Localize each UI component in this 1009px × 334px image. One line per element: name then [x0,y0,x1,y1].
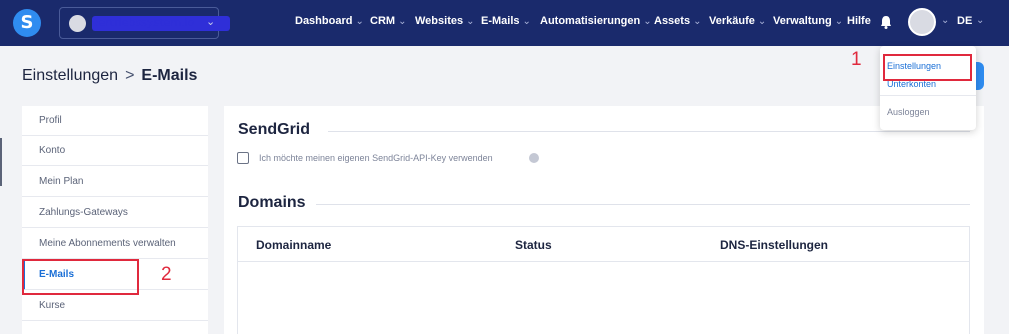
section-divider [328,131,970,132]
section-divider [316,204,970,205]
sendgrid-section-title: SendGrid [238,121,311,138]
settings-sidebar: Profil Konto Mein Plan Zahlungs-Gateways… [22,106,208,334]
table-header: Domainname Status DNS-Einstellungen [238,227,969,262]
menu-item-ausloggen[interactable]: Ausloggen [887,107,930,117]
column-header-dns-settings: DNS-Einstellungen [720,238,829,252]
domains-section-title: Domains [238,194,306,211]
breadcrumb-current: E-Mails [141,67,198,84]
nav-crm[interactable]: CRM ⌄ [370,15,406,27]
nav-label: Hilfe [847,15,871,27]
account-avatar [69,15,86,32]
chevron-down-icon: ⌄ [693,16,702,27]
email-settings-panel: SendGrid Ich möchte meinen eigenen SendG… [224,106,984,334]
nav-hilfe[interactable]: Hilfe [847,15,871,27]
column-header-status: Status [515,238,552,252]
info-icon[interactable] [529,153,539,163]
sidebar-item-abonnements[interactable]: Meine Abonnements verwalten [22,229,208,259]
nav-label: Verkäufe [709,15,755,27]
chevron-down-icon: ⌄ [757,16,767,27]
nav-dashboard[interactable]: Dashboard ⌄ [295,15,364,27]
sidebar-item-konto[interactable]: Konto [22,136,208,166]
nav-assets[interactable]: Assets ⌄ [654,15,701,27]
nav-label: Dashboard [295,15,353,27]
sidebar-item-mein-plan[interactable]: Mein Plan [22,167,208,197]
sidebar-item-zahlungs-gateways[interactable]: Zahlungs-Gateways [22,198,208,228]
breadcrumb: Einstellungen > E-Mails [22,67,197,85]
nav-label: E-Mails [481,15,520,27]
app-logo[interactable]: S [13,9,41,37]
nav-label: Verwaltung [773,15,832,27]
sidebar-item-profil[interactable]: Profil [22,106,208,136]
chevron-down-icon: ⌄ [643,16,652,27]
top-navigation-bar: S vertriebssystem.io ⌄ Dashboard ⌄ CRM ⌄ W… [0,0,1009,46]
account-switcher[interactable]: vertriebssystem.io ⌄ [59,7,230,39]
language-selector[interactable]: DE [957,15,972,27]
nav-label: Websites [415,15,464,27]
breadcrumb-separator: > [125,67,135,84]
chevron-down-icon: ⌄ [206,15,216,28]
bell-icon[interactable] [880,15,892,29]
nav-emails[interactable]: E-Mails ⌄ [481,15,531,27]
chevron-down-icon: ⌄ [522,16,531,27]
annotation-number-step2: 2 [161,264,172,285]
column-header-domainname: Domainname [256,238,332,252]
sidebar-item-kurse[interactable]: Kurse [22,291,208,321]
annotation-box-step2 [22,259,139,295]
nav-automatisierungen[interactable]: Automatisierungen ⌄ [540,15,652,27]
nav-label: CRM [370,15,396,27]
chevron-down-icon[interactable]: ⌄ [941,15,949,26]
nav-label: Automatisierungen [540,15,641,27]
window-edge-marker [0,138,2,186]
own-api-key-checkbox[interactable] [237,152,249,164]
user-avatar[interactable] [908,8,936,36]
breadcrumb-parent[interactable]: Einstellungen [22,67,118,84]
annotation-number-step1: 1 [851,49,862,70]
chevron-down-icon[interactable]: ⌄ [976,15,984,26]
nav-verkaeufe[interactable]: Verkäufe ⌄ [709,15,766,27]
nav-verwaltung[interactable]: Verwaltung ⌄ [773,15,843,27]
nav-websites[interactable]: Websites ⌄ [415,15,474,27]
annotation-box-step1 [883,54,972,81]
chevron-down-icon: ⌄ [466,16,475,27]
domains-table: Domainname Status DNS-Einstellungen [237,226,970,334]
nav-label: Assets [654,15,691,27]
chevron-down-icon: ⌄ [355,16,364,27]
own-api-key-label[interactable]: Ich möchte meinen eigenen SendGrid-API-K… [259,153,493,163]
chevron-down-icon: ⌄ [834,16,844,27]
chevron-down-icon: ⌄ [398,16,407,27]
menu-divider [880,95,976,96]
